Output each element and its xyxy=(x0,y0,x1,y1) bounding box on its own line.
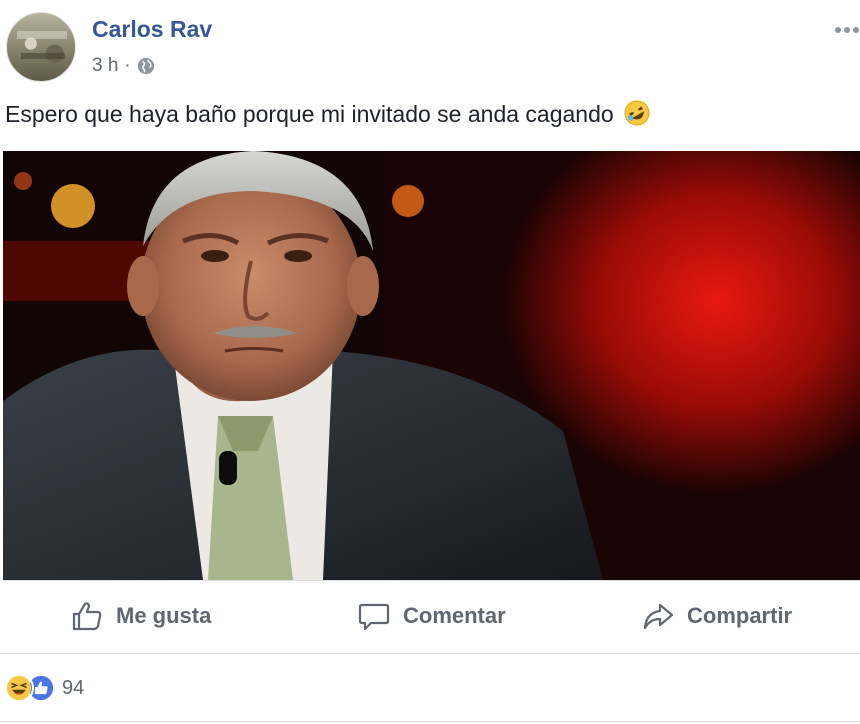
author-name[interactable]: Carlos Rav xyxy=(92,16,212,43)
haha-reaction-icon xyxy=(4,673,34,703)
post-photo[interactable] xyxy=(3,151,860,580)
post-header: Carlos Rav 3 h · xyxy=(0,0,860,95)
thumbs-up-icon xyxy=(72,602,102,631)
facebook-post: Carlos Rav 3 h · Espero que haya baño po… xyxy=(0,0,860,724)
like-label: Me gusta xyxy=(116,603,212,628)
share-label: Compartir xyxy=(687,603,793,628)
post-actions: Me gusta Comentar Compartir xyxy=(0,588,860,644)
reaction-count[interactable]: 94 xyxy=(62,677,84,700)
divider xyxy=(3,580,860,581)
more-options-icon[interactable] xyxy=(834,14,860,40)
like-button[interactable]: Me gusta xyxy=(70,588,211,644)
globe-icon[interactable] xyxy=(137,57,155,75)
comment-icon xyxy=(358,603,390,631)
rolling-laughing-emoji-icon xyxy=(624,100,650,126)
divider xyxy=(0,721,860,722)
post-time[interactable]: 3 h xyxy=(92,55,118,77)
share-button[interactable]: Compartir xyxy=(641,588,792,644)
comment-label: Comentar xyxy=(403,603,506,628)
post-meta: 3 h · xyxy=(92,55,155,77)
share-arrow-icon xyxy=(643,603,674,630)
post-text: Espero que haya baño porque mi invitado … xyxy=(5,100,650,128)
reactions-summary[interactable]: 94 xyxy=(4,672,84,704)
meta-separator: · xyxy=(124,55,131,76)
avatar[interactable] xyxy=(6,12,76,82)
divider xyxy=(0,653,860,654)
post-text-content: Espero que haya baño porque mi invitado … xyxy=(5,101,614,127)
comment-button[interactable]: Comentar xyxy=(357,588,506,644)
